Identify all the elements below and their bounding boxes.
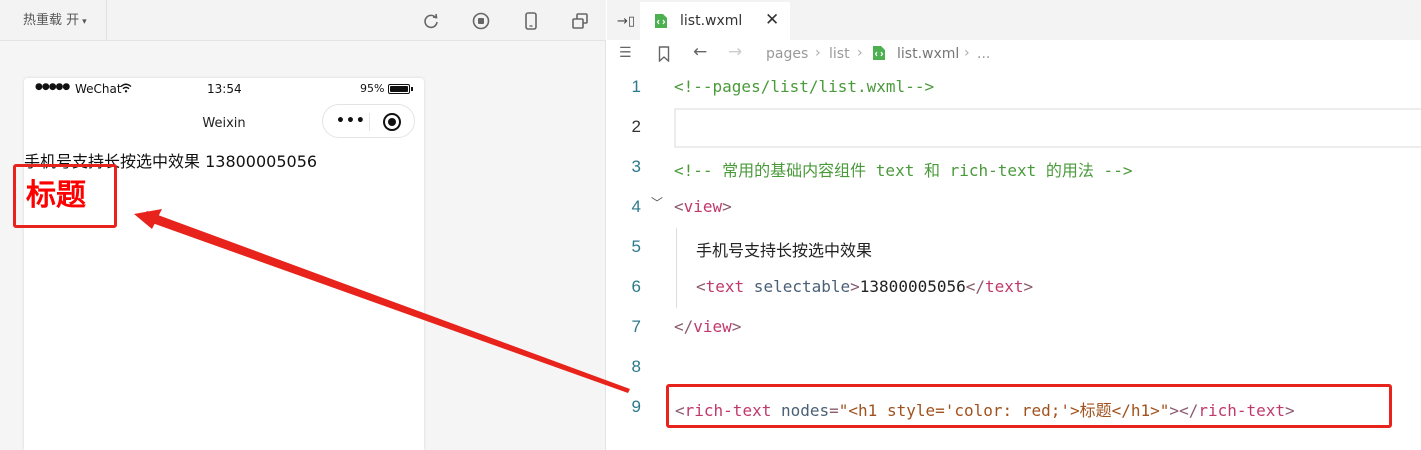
line-number: 6 xyxy=(631,277,641,296)
code-line: 2 xyxy=(607,108,1421,148)
code-line: 7 </view> xyxy=(607,308,1421,348)
breadcrumb-item-pages[interactable]: pages xyxy=(766,46,808,62)
breadcrumb-separator: › xyxy=(964,45,970,61)
menu-capsule: ••• xyxy=(322,104,415,138)
refresh-icon[interactable] xyxy=(421,11,441,31)
line-number: 2 xyxy=(631,117,641,136)
line-number: 5 xyxy=(631,237,641,256)
tab-bar: →▯ list.wxml ✕ xyxy=(607,0,1421,40)
indent-guide xyxy=(676,228,677,268)
line-number: 4 xyxy=(631,197,641,216)
code-line: 8 xyxy=(607,348,1421,388)
wxml-file-icon xyxy=(655,14,667,28)
caret-down-icon: ▾ xyxy=(82,17,87,27)
tag-token: text xyxy=(985,277,1024,296)
stop-icon[interactable] xyxy=(471,11,491,31)
text-token: 手机号支持长按选中效果 xyxy=(696,241,873,260)
simulator-toolbar: 热重载 开 ▾ xyxy=(0,0,606,41)
punct-token: > xyxy=(850,277,860,296)
punct-token: < xyxy=(674,197,684,216)
breadcrumb-item-ellipsis[interactable]: ... xyxy=(977,46,990,62)
capsule-divider xyxy=(369,113,370,131)
line-number: 7 xyxy=(631,317,641,336)
line-number: 9 xyxy=(631,397,641,416)
tag-token: view xyxy=(683,197,723,216)
comment-token: <!-- 常用的基础内容组件 text 和 rich-text 的用法 --> xyxy=(674,161,1133,180)
new-window-icon[interactable] xyxy=(570,11,590,31)
status-time: 13:54 xyxy=(207,82,242,96)
attr-token: selectable xyxy=(744,277,851,296)
breadcrumb-item-list[interactable]: list xyxy=(829,46,850,62)
breadcrumb-item-file[interactable]: list.wxml xyxy=(897,46,959,62)
punct-token: > xyxy=(722,197,732,216)
wifi-icon xyxy=(120,83,132,93)
line-content: 手机号支持长按选中效果 xyxy=(696,237,872,261)
punct-token: > xyxy=(1023,277,1034,296)
tab-list-wxml[interactable]: list.wxml ✕ xyxy=(640,2,790,40)
line-content: <view> xyxy=(674,197,732,216)
punct-token: < xyxy=(696,277,706,296)
list-icon[interactable]: ☰ xyxy=(619,45,632,61)
punct-token: > xyxy=(731,317,742,336)
code-line: 1 <!--pages/list/list.wxml--> xyxy=(607,68,1421,108)
hot-reload-label: 热重载 开 xyxy=(23,13,80,28)
breadcrumb: ☰ ← → pages › list › list.wxml › ... xyxy=(607,40,1421,68)
battery-icon xyxy=(388,84,410,94)
battery-percent: 95% xyxy=(360,82,385,95)
status-bar: ●●●●● WeChat 13:54 95% xyxy=(24,78,424,100)
code-line: 3 <!-- 常用的基础内容组件 text 和 rich-text 的用法 --… xyxy=(607,148,1421,188)
close-miniprogram-icon[interactable] xyxy=(383,113,401,131)
line-number: 1 xyxy=(631,77,641,96)
signal-icon: ●●●●● xyxy=(35,82,70,92)
wxml-file-icon xyxy=(873,46,885,60)
code-line: 6 <text selectable>13800005056</text> xyxy=(607,268,1421,308)
punct-token: </ xyxy=(674,317,694,336)
highlight-box-rich-text-code xyxy=(666,384,1392,428)
battery-tip xyxy=(411,87,413,91)
phone-screen: ●●●●● WeChat 13:54 95% Weixin ••• 手机号支持长… xyxy=(24,78,424,450)
comment-token: <!--pages/list/list.wxml--> xyxy=(674,77,935,96)
line-number: 3 xyxy=(631,157,641,176)
text-token: 13800005056 xyxy=(859,277,966,296)
line-content: <!--pages/list/list.wxml--> xyxy=(674,77,934,96)
carrier-label: WeChat xyxy=(75,82,122,96)
tab-label: list.wxml xyxy=(680,13,743,29)
line-content: <!-- 常用的基础内容组件 text 和 rich-text 的用法 --> xyxy=(674,157,1132,181)
code-line: 5 手机号支持长按选中效果 xyxy=(607,228,1421,268)
code-line: 4 ﹀ <view> xyxy=(607,188,1421,228)
tag-token: view xyxy=(693,317,732,336)
code-editor: →▯ list.wxml ✕ ☰ ← → pages › list › list… xyxy=(607,0,1421,450)
bookmark-icon[interactable] xyxy=(658,46,670,62)
highlight-box-rendered-title xyxy=(13,164,117,228)
indent-guide xyxy=(676,268,677,308)
more-icon[interactable]: ••• xyxy=(336,113,366,129)
tag-token: text xyxy=(705,277,745,296)
line-content: </view> xyxy=(674,317,741,336)
punct-token: </ xyxy=(965,277,986,296)
breadcrumb-separator: › xyxy=(815,45,821,61)
breadcrumb-separator: › xyxy=(857,45,863,61)
forward-arrow-icon[interactable]: → xyxy=(728,42,742,62)
back-arrow-icon[interactable]: ← xyxy=(693,42,707,62)
hot-reload-toggle[interactable]: 热重载 开 ▾ xyxy=(0,0,107,41)
toggle-sidebar-icon[interactable]: →▯ xyxy=(617,14,635,29)
line-content: <text selectable>13800005056</text> xyxy=(696,277,1033,296)
close-tab-icon[interactable]: ✕ xyxy=(765,10,779,30)
phone-icon[interactable] xyxy=(521,11,541,31)
line-number: 8 xyxy=(631,357,641,376)
fold-chevron-icon[interactable]: ﹀ xyxy=(651,194,663,211)
